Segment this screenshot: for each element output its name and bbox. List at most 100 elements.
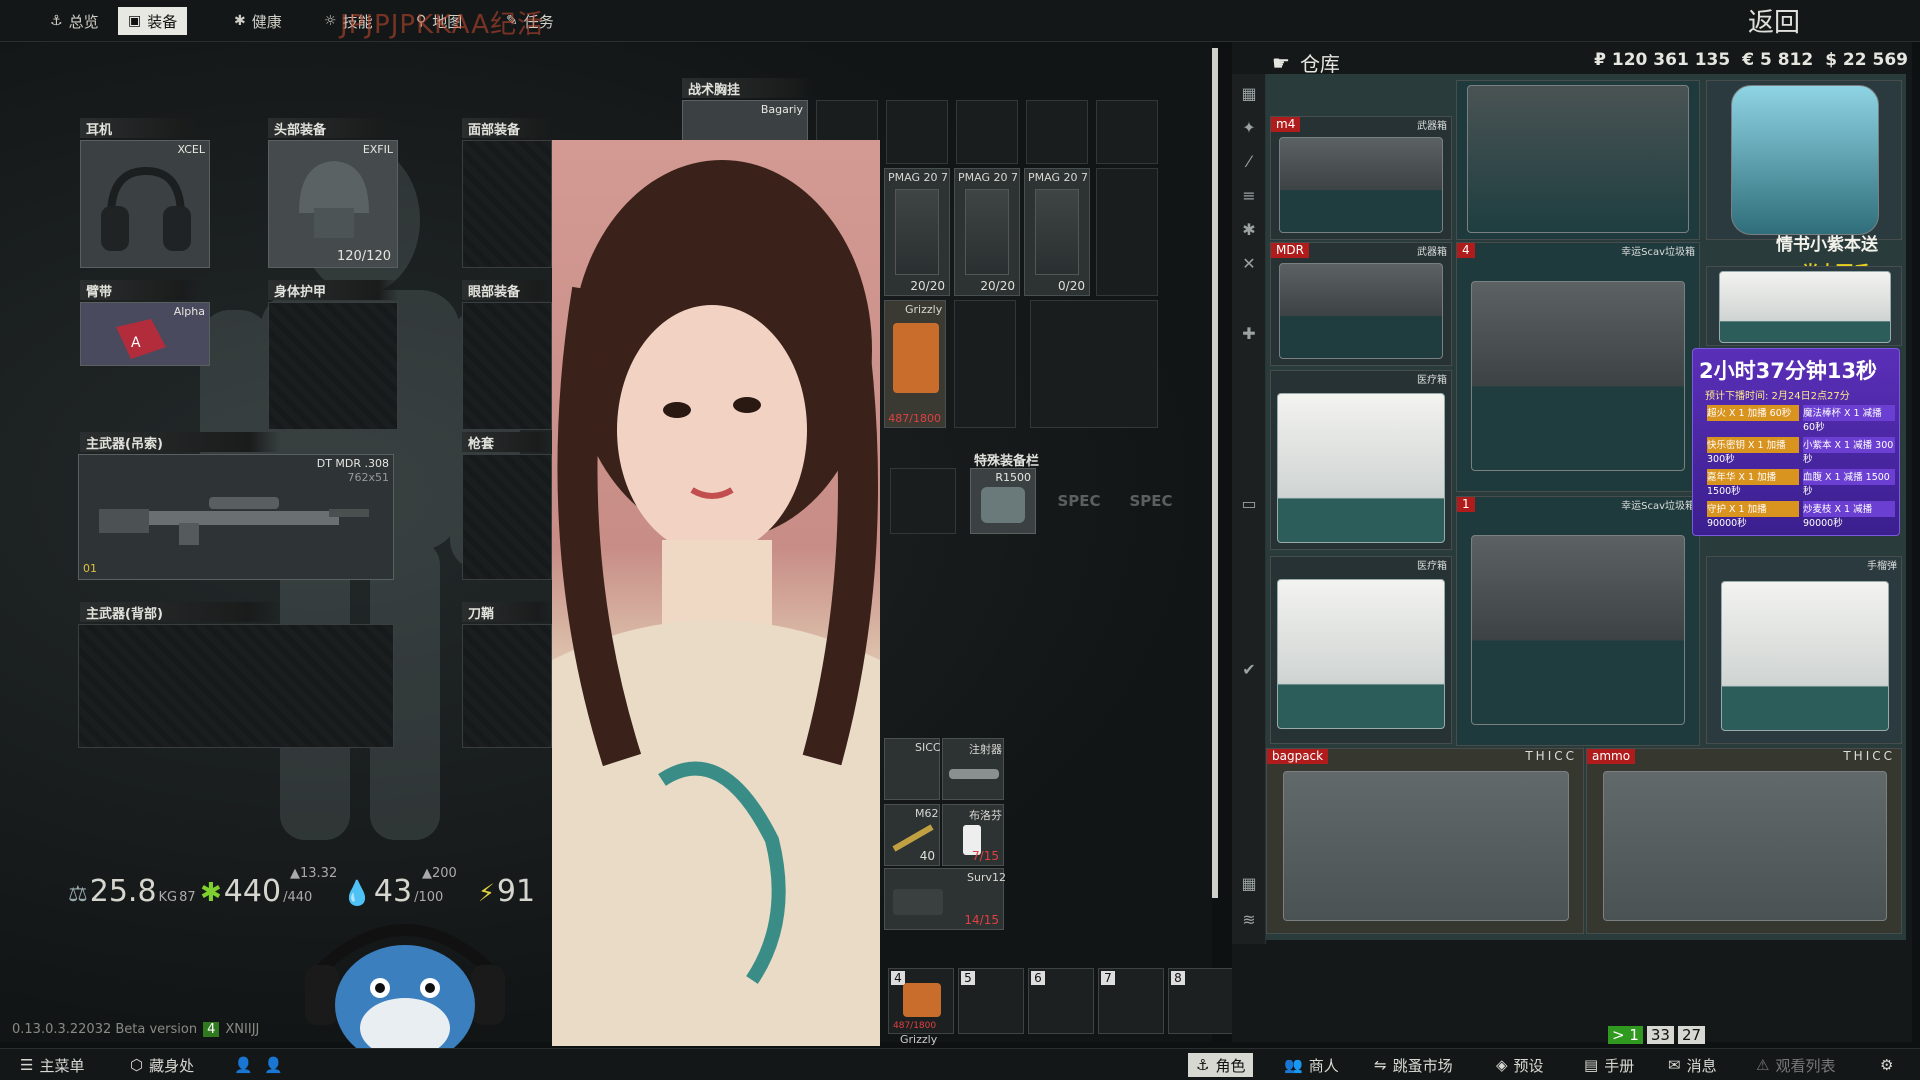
grenade-case-tile[interactable] — [1706, 266, 1902, 346]
hotbar-slot-4[interactable]: 4 487/1800 — [888, 968, 954, 1034]
character-button[interactable]: ⚓ 角色 — [1188, 1053, 1254, 1077]
menu-icon: ☰ — [20, 1056, 34, 1074]
hydration-stat: 💧 43 /100 ▲200 — [342, 866, 457, 909]
grenade-case-icon — [1721, 581, 1889, 731]
body-armor-label: 身体护甲 — [268, 280, 398, 300]
main-menu-button[interactable]: ☰ 主菜单 — [12, 1053, 92, 1077]
rifle-icon — [99, 497, 369, 545]
headwear-label: 头部装备 — [268, 118, 398, 138]
primary-sling-label: 主武器(吊索) — [80, 432, 280, 452]
tab-overview[interactable]: ⚓ 总览 — [40, 7, 109, 35]
headwear-slot[interactable]: EXFIL 120/120 — [268, 140, 398, 268]
settings-filter-icon[interactable]: ≋ — [1239, 910, 1259, 930]
rig-cell[interactable] — [886, 100, 948, 164]
pocket-item[interactable]: SICC — [884, 738, 941, 800]
ammo-filter-icon[interactable]: ≡ — [1239, 186, 1259, 206]
scav-junkbox-tile[interactable]: 1 幸运Scav垃圾箱 — [1456, 496, 1700, 746]
friends-button[interactable]: 👤 — [256, 1053, 291, 1077]
presets-button[interactable]: ◈ 预设 — [1488, 1053, 1552, 1077]
pocket-item[interactable]: M62 40 — [884, 804, 940, 866]
stash-title: ☛ 仓库 — [1272, 50, 1340, 77]
checkmark-filter-icon[interactable]: ✔ — [1239, 660, 1259, 680]
container-tile[interactable] — [1456, 80, 1700, 240]
gear-filter-icon[interactable]: ⁄ — [1239, 152, 1259, 172]
rig-cell[interactable] — [956, 100, 1018, 164]
hotbar-slot-8[interactable]: 8 — [1168, 968, 1234, 1034]
meds-filter-icon[interactable]: ✚ — [1239, 324, 1259, 344]
scav-junkbox-tile[interactable]: 4 幸运Scav垃圾箱 — [1456, 242, 1700, 492]
weapons-filter-icon[interactable]: ✦ — [1239, 118, 1259, 138]
spec-slot-empty[interactable]: SPEC — [1118, 468, 1184, 534]
euros-balance: € 5 812 — [1742, 50, 1814, 70]
holster-slot[interactable] — [462, 454, 552, 580]
back-button[interactable]: 返回 — [1748, 2, 1800, 39]
magazine-icon — [965, 189, 1009, 275]
top-navigation-bar: ⚓ 总览 ▣ 装备 ✱ 健康 ☼ 技能 ⚲ 地图 ✎ 任务 JPJPJPKKAA… — [0, 0, 1920, 42]
scabbard-slot[interactable] — [462, 624, 552, 748]
weapon-case-tile[interactable]: m4 武器箱 — [1270, 116, 1452, 240]
handbook-icon: ▤ — [1584, 1056, 1599, 1074]
thicc-case-tile[interactable]: ammo THICC — [1586, 748, 1902, 934]
messages-button[interactable]: ✉ 消息 — [1660, 1053, 1725, 1077]
roubles-balance: ₽ 120 361 135 — [1594, 50, 1731, 70]
armband-label: 臂带 — [80, 280, 200, 300]
lightning-icon: ⚡ — [478, 879, 495, 907]
backpack-tile[interactable] — [1706, 80, 1902, 240]
magazine-icon — [1035, 189, 1079, 275]
grenade-case-tile[interactable]: 手榴弹 — [1706, 556, 1902, 744]
tactical-rig-label: 战术胸挂 — [682, 78, 812, 98]
pocket-item[interactable]: Surv12 14/15 — [884, 868, 1006, 930]
hotbar-slot-5[interactable]: 5 — [958, 968, 1024, 1034]
rig-cell[interactable] — [1096, 168, 1158, 296]
watchlist-button[interactable]: ⚠ 观看列表 — [1748, 1053, 1843, 1077]
magazine-item[interactable]: PMAG 20 7 0/20 — [1024, 168, 1090, 296]
grid-filter-icon[interactable]: ▦ — [1239, 84, 1259, 104]
hotbar-slot-7[interactable]: 7 — [1098, 968, 1164, 1034]
reward-item: 快乐密钥 X 1 加播 300秒 — [1707, 437, 1799, 465]
medical-case-tile[interactable]: 医疗箱 — [1270, 556, 1452, 744]
containers-filter-icon[interactable]: ▭ — [1239, 494, 1259, 514]
medical-filter-icon[interactable]: ✱ — [1239, 220, 1259, 240]
special-slot[interactable] — [890, 468, 956, 534]
face-cover-slot[interactable] — [462, 140, 552, 268]
rig-cell[interactable] — [1096, 100, 1158, 164]
tab-health[interactable]: ✱ 健康 — [224, 7, 292, 35]
pocket-item[interactable]: 注射器 — [942, 738, 1004, 800]
special-slot-item[interactable]: R1500 — [970, 468, 1036, 534]
thicc-case-tile[interactable]: bagpack THICC — [1266, 748, 1584, 934]
primary-sling-slot[interactable]: DT MDR .308 762x51 01 — [78, 454, 394, 580]
rig-cell[interactable] — [1030, 300, 1158, 428]
health-icon: ✱ — [200, 878, 222, 908]
hideout-button[interactable]: ⬡ 藏身处 — [122, 1053, 202, 1077]
magazine-item[interactable]: PMAG 20 7 20/20 — [954, 168, 1020, 296]
hotbar-slot-6[interactable]: 6 — [1028, 968, 1094, 1034]
surgical-kit-icon — [893, 889, 943, 915]
weapon-case-tile[interactable]: MDR 武器箱 — [1270, 242, 1452, 366]
flea-market-button[interactable]: ⇋ 跳蚤市场 — [1366, 1053, 1461, 1077]
magazine-icon — [895, 189, 939, 275]
sort-grid-icon[interactable]: ▦ — [1239, 874, 1259, 894]
magazine-item[interactable]: PMAG 20 7 20/20 — [884, 168, 950, 296]
armband-slot[interactable]: Alpha A — [80, 302, 210, 366]
melee-filter-icon[interactable]: ✕ — [1239, 254, 1259, 274]
earpiece-slot[interactable]: XCEL — [80, 140, 210, 268]
user-icon: 👤 — [264, 1056, 283, 1074]
body-armor-slot[interactable] — [268, 302, 398, 430]
medical-case-tile[interactable]: 医疗箱 — [1270, 370, 1452, 550]
settings-button[interactable]: ⚙ — [1872, 1053, 1901, 1077]
spec-slot-empty[interactable]: SPEC — [1046, 468, 1112, 534]
flea-market-icon: ⇋ — [1374, 1056, 1387, 1074]
rig-cell[interactable] — [954, 300, 1016, 428]
reward-item: 魔法棒杯 X 1 减播 60秒 — [1803, 405, 1895, 433]
handbook-button[interactable]: ▤ 手册 — [1576, 1053, 1642, 1077]
hideout-icon: ⬡ — [130, 1056, 144, 1074]
tab-gear[interactable]: ▣ 装备 — [118, 7, 188, 35]
grizzly-medkit-item[interactable]: Grizzly 487/1800 — [884, 300, 946, 428]
rig-cell[interactable] — [1026, 100, 1088, 164]
eyewear-slot[interactable] — [462, 302, 552, 430]
face-cover-label: 面部装备 — [462, 118, 552, 138]
pocket-item[interactable]: 布洛芬 7/15 — [942, 804, 1004, 866]
primary-back-slot[interactable] — [78, 624, 394, 748]
traders-button[interactable]: 👥 商人 — [1276, 1053, 1347, 1077]
injector-icon — [949, 769, 999, 779]
